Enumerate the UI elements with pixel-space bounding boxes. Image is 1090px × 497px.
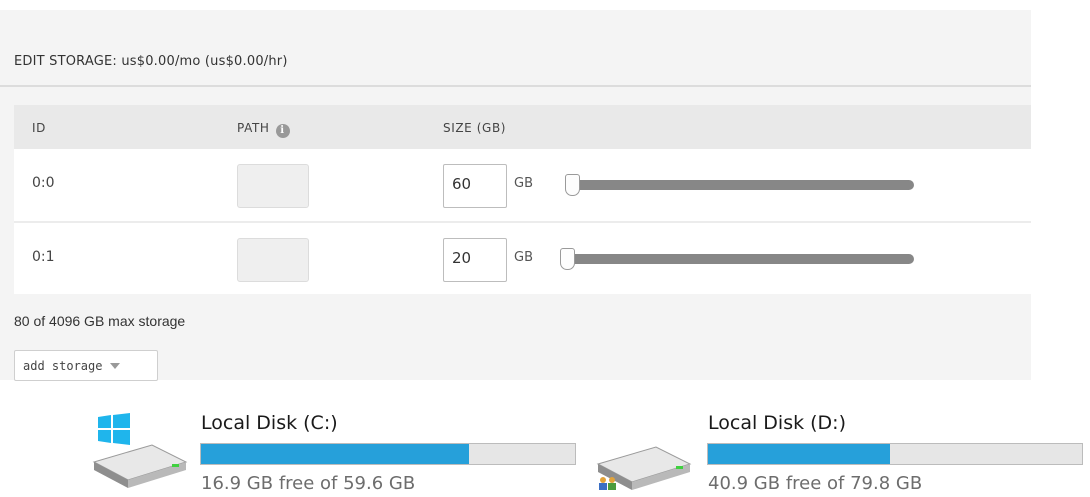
disk-name: Local Disk (C:) <box>201 412 338 434</box>
disk-usage-fill <box>708 444 891 464</box>
network-drive-icon <box>596 446 692 490</box>
add-storage-label: add storage <box>23 359 103 373</box>
disk-name: Local Disk (D:) <box>708 412 846 434</box>
column-header-path-label: PATH <box>237 121 270 135</box>
row-id: 0:1 <box>32 249 55 265</box>
path-field[interactable] <box>237 238 309 282</box>
row-id: 0:0 <box>32 175 55 191</box>
title-divider <box>0 85 1031 87</box>
slider-handle[interactable] <box>565 174 581 196</box>
column-header-path: PATH i <box>237 121 290 138</box>
size-input[interactable]: 20 <box>443 238 507 282</box>
disk-free-text: 16.9 GB free of 59.6 GB <box>201 473 416 494</box>
chevron-down-icon <box>110 363 121 369</box>
disk-usage-bar <box>707 443 1083 465</box>
disk-free-text: 40.9 GB free of 79.8 GB <box>708 473 923 494</box>
column-header-id: ID <box>32 121 46 135</box>
size-unit-label: GB <box>514 176 533 191</box>
table-header: ID PATH i SIZE (GB) <box>14 105 1031 149</box>
size-slider[interactable] <box>560 248 914 270</box>
disk-usage-fill <box>201 444 470 464</box>
edit-storage-panel: EDIT STORAGE: us$0.00/mo (us$0.00/hr) ID… <box>0 10 1031 381</box>
path-field[interactable] <box>237 164 309 208</box>
disk-usage-bar <box>200 443 576 465</box>
table-row: 0:0 60 GB <box>14 149 1031 221</box>
panel-title: EDIT STORAGE: us$0.00/mo (us$0.00/hr) <box>14 54 288 69</box>
info-icon[interactable]: i <box>275 124 290 138</box>
add-storage-button[interactable]: add storage <box>14 350 158 381</box>
windows-drive-icon <box>92 413 188 488</box>
max-storage-text: 80 of 4096 GB max storage <box>14 313 186 329</box>
size-unit-label: GB <box>514 250 533 265</box>
slider-handle[interactable] <box>560 248 575 270</box>
size-input[interactable]: 60 <box>443 164 507 208</box>
table-row: 0:1 20 GB <box>14 223 1031 294</box>
column-header-size: SIZE (GB) <box>443 121 507 135</box>
size-slider[interactable] <box>565 174 914 196</box>
